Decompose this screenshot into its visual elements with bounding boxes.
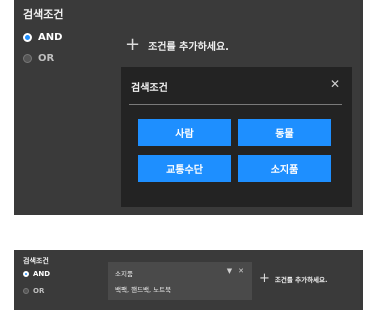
panel-title: 검색조건 xyxy=(23,257,49,265)
panel-title: 검색조건 xyxy=(23,8,64,21)
option-person-button[interactable]: 사람 xyxy=(138,119,231,146)
radio-and-label: AND xyxy=(33,270,51,278)
radio-selected-icon xyxy=(23,33,32,42)
add-condition-button[interactable]: + 조건를 추가하세요. xyxy=(259,272,327,285)
condition-chip[interactable]: 소지품 백팩, 핸드백, 노트북 ▼ ✕ xyxy=(108,262,252,300)
close-icon[interactable]: ✕ xyxy=(330,77,340,91)
radio-and[interactable]: AND xyxy=(23,270,50,278)
radio-or[interactable]: OR xyxy=(23,287,44,295)
radio-and[interactable]: AND xyxy=(23,32,62,43)
modal-title: 검색조건 xyxy=(131,83,168,94)
condition-category: 소지품 xyxy=(115,270,133,278)
radio-unselected-icon xyxy=(23,54,32,63)
radio-or-label: OR xyxy=(38,53,55,64)
radio-or[interactable]: OR xyxy=(23,53,54,64)
radio-unselected-icon xyxy=(23,288,29,294)
plus-icon: + xyxy=(125,34,141,55)
radio-selected-icon xyxy=(23,271,29,277)
option-belongings-button[interactable]: 소지품 xyxy=(238,155,331,182)
option-vehicle-button[interactable]: 교통수단 xyxy=(138,155,231,182)
plus-icon: + xyxy=(259,271,270,286)
modal-divider xyxy=(129,104,342,105)
radio-and-label: AND xyxy=(38,32,63,43)
add-condition-label: 조건를 추가하세요. xyxy=(274,275,328,284)
condition-controls: ▼ ✕ xyxy=(227,267,244,275)
condition-values: 백팩, 핸드백, 노트북 xyxy=(115,286,172,294)
close-icon[interactable]: ✕ xyxy=(238,267,244,275)
search-condition-panel-filled: 검색조건 AND OR 소지품 백팩, 핸드백, 노트북 ▼ ✕ + 조건를 추… xyxy=(14,250,363,310)
add-condition-label: 조건를 추가하세요. xyxy=(148,41,229,53)
chevron-down-icon[interactable]: ▼ xyxy=(227,267,232,275)
condition-modal: 검색조건 ✕ 사람 동물 교통수단 소지품 xyxy=(121,67,352,207)
radio-or-label: OR xyxy=(33,287,45,295)
option-animal-button[interactable]: 동물 xyxy=(238,119,331,146)
add-condition-button[interactable]: + 조건를 추가하세요. xyxy=(125,36,229,54)
